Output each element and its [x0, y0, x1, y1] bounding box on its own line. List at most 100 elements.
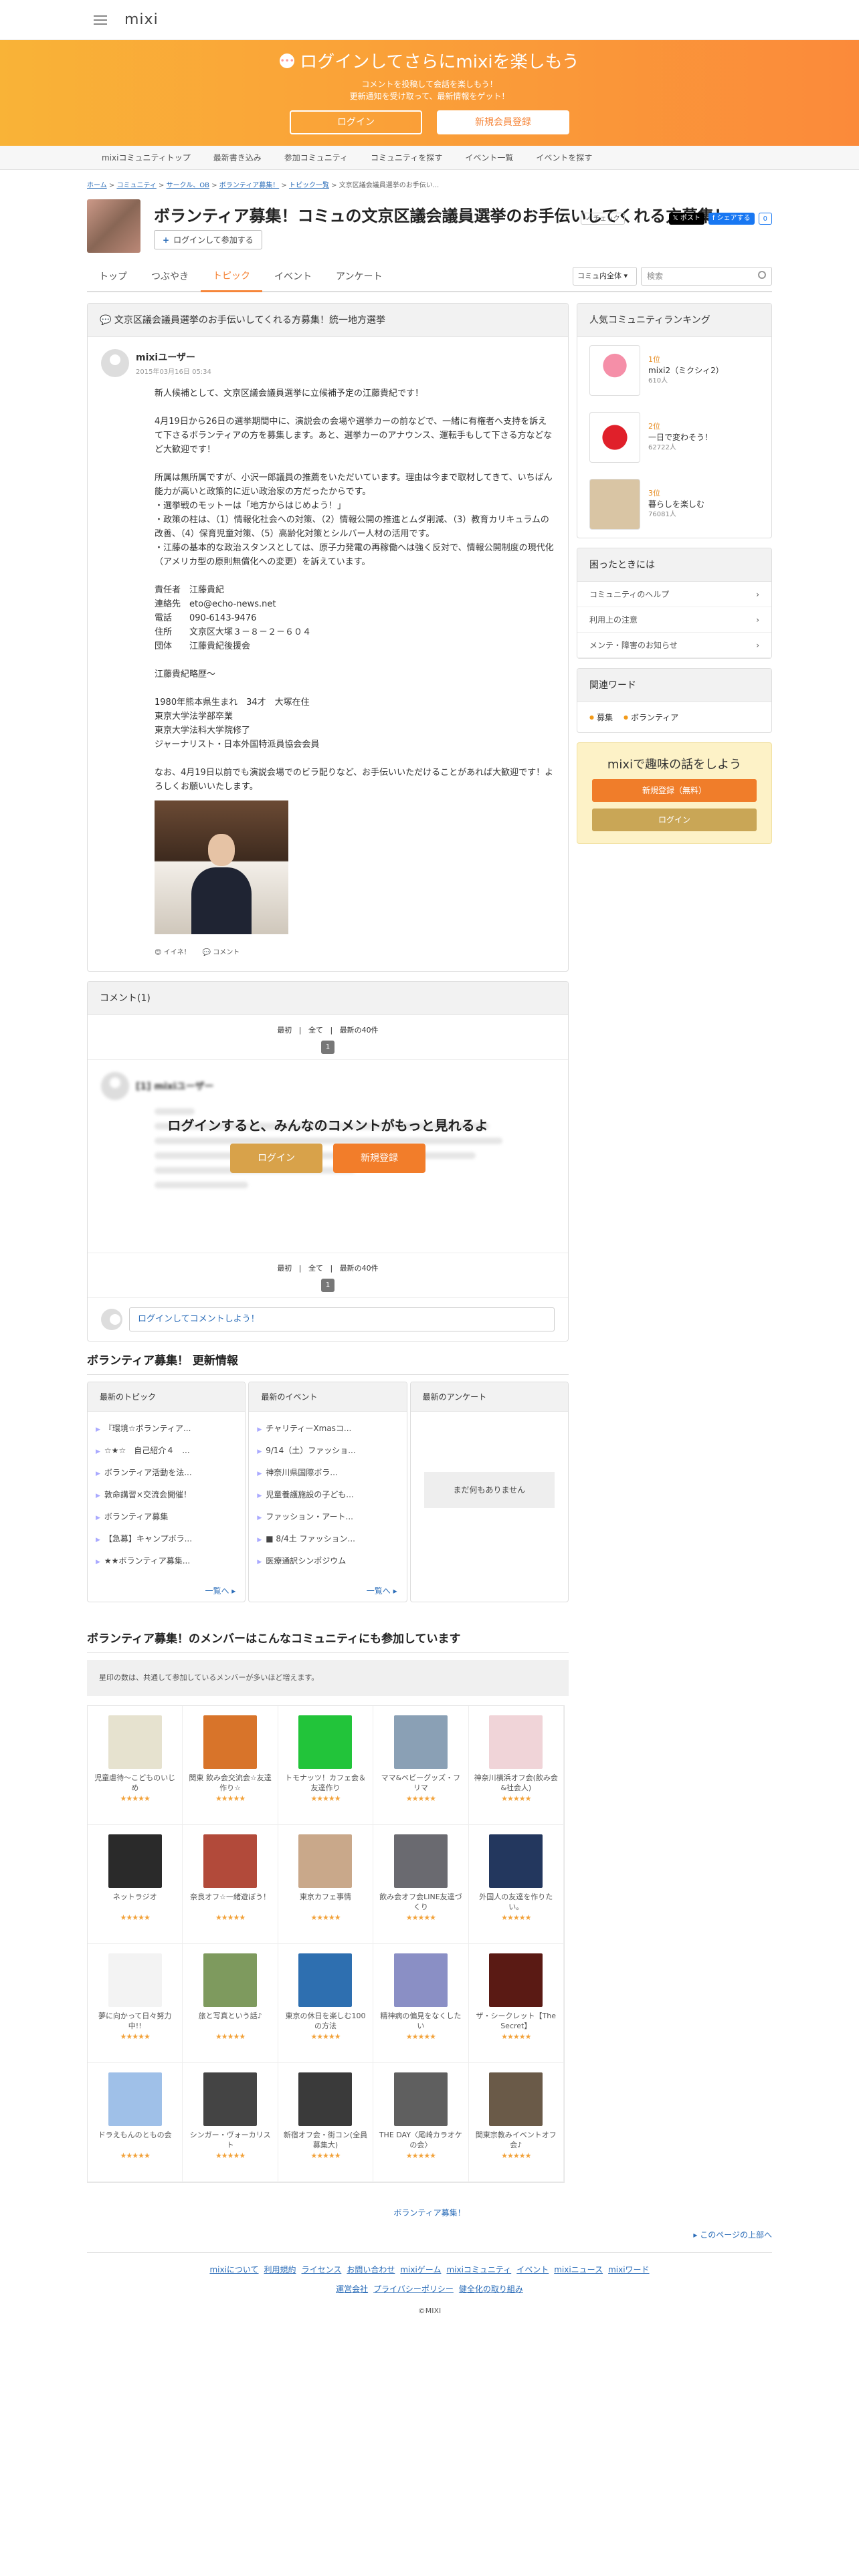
tab-topics[interactable]: トピック [201, 269, 262, 292]
related-community-item[interactable]: トモナッツ！カフェ会＆友達作り ★★★★★ [278, 1706, 374, 1825]
overlay-login-button[interactable]: ログイン [230, 1144, 322, 1173]
rating-stars: ★★★★★ [405, 2151, 436, 2160]
ranking-item[interactable]: 3位 暮らしを楽しむ 76081人 [577, 471, 771, 538]
footer-link[interactable]: 健全化の取り組み [459, 2284, 523, 2294]
notes-link[interactable]: 利用上の注意 › [577, 607, 771, 633]
related-community-item[interactable]: THE DAY〈尾崎カラオケの会〉 ★★★★★ [373, 2063, 469, 2182]
search-input[interactable]: 検索 [641, 267, 772, 286]
topic-list-item[interactable]: 敦命講習×交流会開催！ [96, 1485, 237, 1507]
footer-link[interactable]: mixiゲーム [400, 2265, 441, 2274]
more-topics-link[interactable]: 一覧へ ▸ [205, 1585, 235, 1596]
keyword-tag[interactable]: ボランティア [624, 712, 678, 723]
crumb-home[interactable]: ホーム [87, 182, 107, 189]
ranking-item[interactable]: 2位 一日で変わそう！ 62722人 [577, 404, 771, 471]
x-post-button[interactable]: 𝕏 ポスト [668, 213, 704, 225]
maintenance-link[interactable]: メンテ・障害のお知らせ › [577, 633, 771, 658]
tab-events[interactable]: イベント [262, 270, 324, 291]
event-list-item[interactable]: 神奈川県国際ボラ... [257, 1463, 398, 1485]
related-community-item[interactable]: 東京の休日を楽しむ100の方法 ★★★★★ [278, 1944, 374, 2063]
footer-link[interactable]: イベント [516, 2265, 549, 2274]
check-button[interactable]: ✓ チェック [581, 213, 625, 225]
related-community-item[interactable]: ザ・シークレット【The Secret】 ★★★★★ [468, 1944, 564, 2063]
banner-register-button[interactable]: 新規会員登録 [437, 110, 569, 134]
related-community-item[interactable]: ドラえもんのともの会 ★★★★★ [88, 2063, 183, 2182]
gnav-event-list[interactable]: イベント一覧 [465, 152, 513, 163]
gnav-community-top[interactable]: mixiコミュニティトップ [102, 152, 191, 163]
author-name[interactable]: mixiユーザー [136, 350, 211, 364]
footer-link[interactable]: 利用規約 [264, 2265, 296, 2274]
candidate-photo[interactable] [155, 800, 288, 934]
comment-button[interactable]: 💬 コメント [203, 946, 240, 956]
related-community-item[interactable]: 外国人の友達を作りたい。 ★★★★★ [468, 1825, 564, 1944]
topic-list-item[interactable]: ボランティア活動を法... [96, 1463, 237, 1485]
footer-link[interactable]: mixiコミュニティ [446, 2265, 511, 2274]
crumb-topics[interactable]: トピック一覧 [289, 182, 329, 189]
related-community-item[interactable]: 児童虐待～こどものいじめ ★★★★★ [88, 1706, 183, 1825]
related-community-item[interactable]: 夢に向かって日々努力中!! ★★★★★ [88, 1944, 183, 2063]
search-icon[interactable] [758, 271, 766, 279]
footer-link[interactable]: mixiについて [209, 2265, 258, 2274]
menu-icon[interactable] [94, 15, 107, 25]
related-community-item[interactable]: ママ&ベビーグッズ・フリマ ★★★★★ [373, 1706, 469, 1825]
tab-surveys[interactable]: アンケート [324, 270, 394, 291]
footer-link[interactable]: mixiニュース [554, 2265, 603, 2274]
facebook-share-button[interactable]: f シェアする [708, 213, 755, 225]
banner-login-button[interactable]: ログイン [290, 110, 422, 134]
tab-tweets[interactable]: つぶやき [139, 270, 201, 291]
crumb-community[interactable]: コミュニティ [116, 182, 156, 189]
ranking-item[interactable]: 1位 mixi2（ミクシィ2） 610人 [577, 337, 771, 404]
crumb-group[interactable]: ボランティア募集！ [219, 182, 279, 189]
more-events-link[interactable]: 一覧へ ▸ [367, 1585, 397, 1596]
gnav-find-community[interactable]: コミュニティを探す [371, 152, 442, 163]
event-list-item[interactable]: チャリティーXmasコ... [257, 1418, 398, 1440]
page-number[interactable]: 1 [321, 1041, 335, 1054]
related-community-item[interactable]: 旅と写真という話♪ ★★★★★ [183, 1944, 278, 2063]
search-scope-select[interactable]: コミュ内全体 ▾ [573, 267, 637, 286]
related-community-item[interactable]: ネットラジオ ★★★★★ [88, 1825, 183, 1944]
page-number[interactable]: 1 [321, 1279, 335, 1292]
overlay-register-button[interactable]: 新規登録 [333, 1144, 425, 1173]
crumb-category[interactable]: サークル、OB [167, 182, 209, 189]
event-list-item[interactable]: ファッション・アート... [257, 1507, 398, 1529]
cta-login-button[interactable]: ログイン [592, 809, 757, 831]
mixi-logo[interactable]: mixi [124, 11, 159, 28]
event-list-item[interactable]: 医療通訳シンポジウム [257, 1551, 398, 1573]
related-community-item[interactable]: 関東 飲み会交流会☆友達作り☆ ★★★★★ [183, 1706, 278, 1825]
cta-register-button[interactable]: 新規登録（無料） [592, 779, 757, 802]
topic-list-item[interactable]: ボランティア募集 [96, 1507, 237, 1529]
topic-list-item[interactable]: ★★ボランティア募集... [96, 1551, 237, 1573]
topic-list-item[interactable]: ☆★☆ 自己紹介４ ... [96, 1440, 237, 1463]
related-community-item[interactable]: 奈良オフ☆一緒遊ぼう！ ★★★★★ [183, 1825, 278, 1944]
related-community-item[interactable]: 東京カフェ事情 ★★★★★ [278, 1825, 374, 1944]
gnav-find-event[interactable]: イベントを探す [536, 152, 592, 163]
related-community-item[interactable]: シンガー・ヴォーカリスト ★★★★★ [183, 2063, 278, 2182]
body-line: 住所 文京区大塚３－８－２－６０４ [155, 627, 312, 637]
avatar[interactable] [101, 349, 129, 377]
related-community-item[interactable]: 神奈川横浜オフ会(飲み会&社会人) ★★★★★ [468, 1706, 564, 1825]
gnav-latest-posts[interactable]: 最新書き込み [213, 152, 262, 163]
topic-list-item[interactable]: 【急募】キャンプボラ... [96, 1529, 237, 1551]
related-community-item[interactable]: 新宿オフ会・街コン(全員募集大) ★★★★★ [278, 2063, 374, 2182]
gnav-joined[interactable]: 参加コミュニティ [284, 152, 348, 163]
like-button[interactable]: 😊 イイネ！ [155, 946, 191, 956]
event-list-item[interactable]: 9/14（土）ファッショ... [257, 1440, 398, 1463]
event-list-item[interactable]: ■ 8/4土 ファッション... [257, 1529, 398, 1551]
comment-input[interactable]: ログインしてコメントしよう！ [129, 1307, 555, 1331]
help-link[interactable]: コミュニティのヘルプ › [577, 582, 771, 607]
footer-link[interactable]: 運営会社 [336, 2284, 368, 2294]
tab-top[interactable]: トップ [87, 270, 139, 291]
to-top-link[interactable]: ▸ このページの上部へ [693, 2230, 772, 2240]
event-list-item[interactable]: 児童養護施設の子ども... [257, 1485, 398, 1507]
footer-link[interactable]: お問い合わせ [347, 2265, 395, 2274]
related-community-item[interactable]: 関東宗教みイベントオフ会♪ ★★★★★ [468, 2063, 564, 2182]
footer-link[interactable]: mixiワード [608, 2265, 649, 2274]
related-community-item[interactable]: 精神病の偏見をなくしたい ★★★★★ [373, 1944, 469, 2063]
join-button[interactable]: + ログインして参加する [154, 230, 262, 249]
community-thumbnail[interactable] [87, 199, 140, 253]
topic-list-item[interactable]: 『環境☆ボランティア... [96, 1418, 237, 1440]
footer-link[interactable]: プライバシーポリシー [373, 2284, 454, 2294]
footer-link[interactable]: ライセンス [302, 2265, 342, 2274]
community-link[interactable]: ボランティア募集！ [393, 2208, 465, 2218]
keyword-tag[interactable]: 募集 [589, 712, 613, 723]
related-community-item[interactable]: 飲み会オフ会LINE友達づくり ★★★★★ [373, 1825, 469, 1944]
